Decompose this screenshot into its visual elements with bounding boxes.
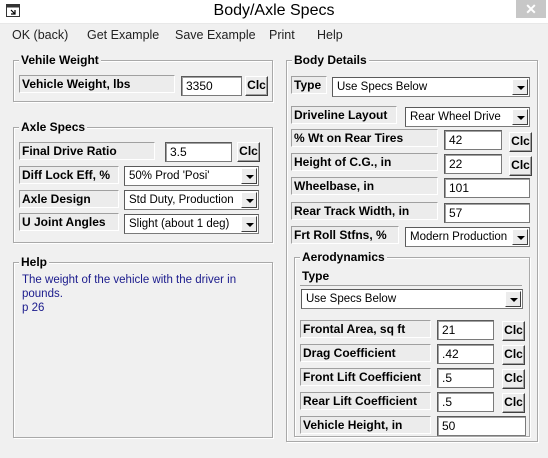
- ujoint-label: U Joint Angles: [19, 213, 119, 231]
- final-drive-label: Final Drive Ratio: [19, 142, 155, 160]
- wt-rear-label: % Wt on Rear Tires: [291, 129, 438, 147]
- aerodynamics-title: Aerodynamics: [300, 250, 387, 264]
- cg-height-label: Height of C.G., in: [291, 153, 438, 171]
- window-bottom-edge: [0, 444, 548, 458]
- body-type-select[interactable]: Use Specs Below: [332, 77, 530, 97]
- body-details-title: Body Details: [292, 53, 369, 67]
- axle-design-value: Std Duty, Production: [129, 194, 234, 206]
- menu-save-example[interactable]: Save Example: [175, 28, 256, 42]
- frontal-area-label: Frontal Area, sq ft: [300, 320, 431, 338]
- ujoint-select[interactable]: Slight (about 1 deg): [124, 214, 259, 234]
- roll-stiffness-select[interactable]: Modern Production: [405, 227, 530, 247]
- vehicle-weight-input[interactable]: 3350: [181, 76, 242, 96]
- menu-ok-back[interactable]: OK (back): [12, 28, 68, 42]
- help-page-ref: p 26: [22, 302, 45, 314]
- roll-stiffness-label: Frt Roll Stfns, %: [291, 226, 399, 244]
- vehicle-height-label: Vehicle Height, in: [300, 416, 431, 434]
- wheelbase-label: Wheelbase, in: [291, 177, 438, 195]
- final-drive-input[interactable]: 3.5: [165, 142, 232, 162]
- frontal-area-input[interactable]: 21: [437, 320, 494, 340]
- aero-type-label: Type: [300, 268, 522, 286]
- cg-height-input[interactable]: 22: [444, 154, 502, 174]
- menu-get-example[interactable]: Get Example: [87, 28, 159, 42]
- drag-coefficient-input[interactable]: .42: [437, 344, 494, 364]
- driveline-select[interactable]: Rear Wheel Drive: [405, 107, 530, 127]
- window-title: Body/Axle Specs: [213, 2, 335, 19]
- axle-design-label: Axle Design: [19, 190, 119, 208]
- menu-bar: OK (back) Get Example Save Example Print…: [0, 25, 548, 47]
- body-type-value: Use Specs Below: [337, 81, 428, 93]
- axle-design-select[interactable]: Std Duty, Production: [124, 190, 259, 210]
- chevron-down-icon[interactable]: [512, 109, 528, 125]
- frontal-area-clc-button[interactable]: Clc: [502, 321, 525, 341]
- aero-type-value: Use Specs Below: [306, 293, 397, 305]
- wheelbase-input[interactable]: 101: [444, 178, 530, 198]
- chevron-down-icon[interactable]: [505, 291, 521, 307]
- chevron-down-icon[interactable]: [241, 216, 257, 232]
- diff-lock-label: Diff Lock Eff, %: [19, 166, 119, 184]
- menu-print[interactable]: Print: [269, 28, 295, 42]
- vehicle-weight-label: Vehicle Weight, lbs: [19, 75, 175, 93]
- rear-track-input[interactable]: 57: [444, 203, 530, 223]
- diff-lock-value: 50% Prod 'Posi': [129, 170, 210, 182]
- aero-type-select[interactable]: Use Specs Below: [301, 289, 523, 309]
- drag-coefficient-clc-button[interactable]: Clc: [502, 345, 525, 365]
- menu-help[interactable]: Help: [317, 28, 343, 42]
- vehicle-weight-title: Vehile Weight: [19, 53, 101, 67]
- help-text: The weight of the vehicle with the drive…: [22, 273, 270, 315]
- wt-rear-clc-button[interactable]: Clc: [509, 132, 532, 152]
- rear-lift-clc-button[interactable]: Clc: [502, 393, 525, 413]
- body-type-label: Type: [291, 76, 327, 94]
- chevron-down-icon[interactable]: [512, 229, 528, 245]
- wt-rear-input[interactable]: 42: [444, 130, 502, 150]
- vehicle-height-input[interactable]: 50: [437, 416, 526, 436]
- rear-lift-label: Rear Lift Coefficient: [300, 392, 431, 410]
- help-description: The weight of the vehicle with the drive…: [22, 274, 237, 300]
- front-lift-clc-button[interactable]: Clc: [502, 369, 525, 389]
- chevron-down-icon[interactable]: [241, 192, 257, 208]
- chevron-down-icon[interactable]: [512, 79, 528, 95]
- rear-track-label: Rear Track Width, in: [291, 202, 438, 220]
- ujoint-value: Slight (about 1 deg): [129, 218, 230, 230]
- front-lift-label: Front Lift Coefficient: [300, 368, 431, 386]
- drag-coefficient-label: Drag Coefficient: [300, 344, 431, 362]
- close-button[interactable]: ✕: [516, 0, 546, 18]
- driveline-value: Rear Wheel Drive: [410, 111, 501, 123]
- vehicle-weight-clc-button[interactable]: Clc: [245, 76, 268, 96]
- driveline-label: Driveline Layout: [291, 106, 397, 124]
- axle-specs-title: Axle Specs: [19, 120, 88, 134]
- help-title: Help: [19, 255, 50, 269]
- cg-height-clc-button[interactable]: Clc: [509, 156, 532, 176]
- front-lift-input[interactable]: .5: [437, 368, 494, 388]
- roll-stiffness-value: Modern Production: [410, 231, 508, 243]
- chevron-down-icon[interactable]: [241, 168, 257, 184]
- rear-lift-input[interactable]: .5: [437, 392, 494, 412]
- diff-lock-select[interactable]: 50% Prod 'Posi': [124, 166, 259, 186]
- title-bar: Body/Axle Specs ✕: [0, 0, 548, 24]
- final-drive-clc-button[interactable]: Clc: [237, 142, 260, 162]
